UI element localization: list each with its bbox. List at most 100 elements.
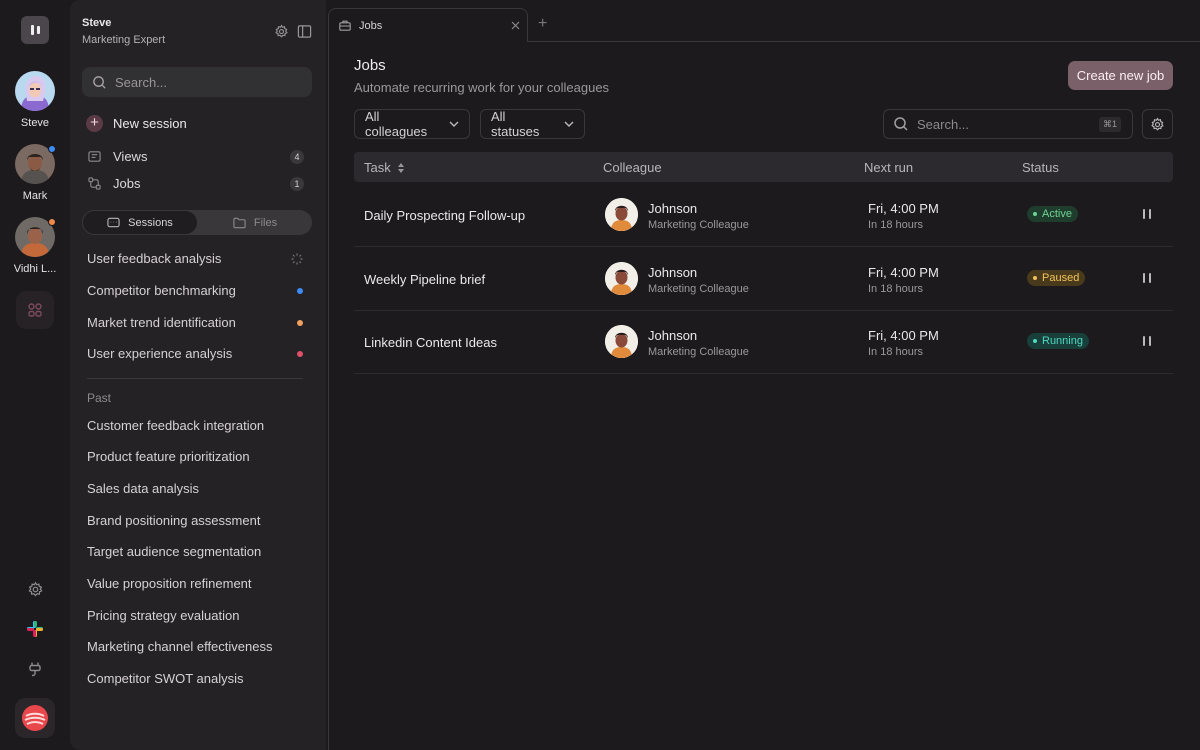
briefcase-icon — [339, 20, 351, 31]
status-dot — [48, 145, 56, 153]
chat-icon — [107, 217, 120, 229]
panel-border — [328, 42, 329, 750]
status-dot — [297, 319, 303, 326]
divider — [87, 378, 303, 379]
colleagues-filter[interactable]: All colleagues — [354, 109, 470, 139]
tab-bar-divider — [527, 41, 1200, 42]
avatar — [15, 217, 56, 257]
status-label: Paused — [1042, 272, 1080, 284]
status-badge: Paused — [1027, 270, 1086, 286]
settings-icon[interactable] — [25, 579, 45, 599]
sessions-files-toggle: Sessions Files — [82, 210, 312, 235]
sidebar: Steve Marketing Expert + New session Vie… — [70, 0, 326, 750]
status-badge: Running — [1027, 333, 1089, 349]
loading-spinner-icon — [291, 253, 303, 265]
jobs-search-input[interactable] — [917, 116, 1087, 132]
session-item[interactable]: User feedback analysis — [87, 251, 303, 266]
status-dot — [297, 287, 303, 294]
tab-sessions[interactable]: Sessions — [83, 211, 197, 234]
next-run-relative: In 18 hours — [868, 346, 924, 358]
column-header-task[interactable]: Task — [364, 160, 405, 175]
sidebar-user-name: Steve — [82, 17, 112, 29]
task-name: Linkedin Content Ideas — [364, 335, 497, 350]
rail-user-mark[interactable]: Mark — [0, 144, 70, 202]
table-row[interactable]: Linkedin Content Ideas Johnson Marketing… — [354, 310, 1173, 374]
status-dot — [1033, 212, 1037, 216]
sidebar-user-role: Marketing Expert — [82, 34, 166, 46]
count-badge: 4 — [290, 149, 304, 164]
brand-logo-icon[interactable] — [15, 698, 55, 738]
status-label: Active — [1042, 208, 1072, 220]
next-run-relative: In 18 hours — [868, 219, 924, 231]
session-item[interactable]: User experience analysis — [87, 346, 303, 361]
table-header: Task Colleague Next run Status — [354, 152, 1173, 182]
sidebar-item-views[interactable]: Views 4 — [88, 149, 304, 164]
status-dot — [1033, 339, 1037, 343]
status-dot — [48, 218, 56, 226]
table-row[interactable]: Weekly Pipeline brief Johnson Marketing … — [354, 247, 1173, 311]
chevron-down-icon — [564, 121, 574, 127]
past-session-item[interactable]: Customer feedback integration — [87, 418, 264, 433]
sidebar-item-jobs[interactable]: Jobs 1 — [88, 176, 304, 191]
pause-button[interactable] — [1143, 209, 1151, 219]
rail-user-vidhi[interactable]: Vidhi L... — [0, 217, 70, 275]
past-session-item[interactable]: Value proposition refinement — [87, 576, 252, 591]
sidebar-toggle-icon[interactable] — [297, 24, 312, 39]
search-icon — [893, 116, 909, 132]
session-item[interactable]: Competitor benchmarking — [87, 283, 303, 298]
gear-icon[interactable] — [274, 24, 289, 39]
colleague-name: Johnson — [648, 201, 698, 216]
tab-files[interactable]: Files — [198, 210, 312, 235]
task-name: Daily Prospecting Follow-up — [364, 208, 526, 223]
views-icon — [88, 150, 101, 163]
past-session-item[interactable]: Sales data analysis — [87, 481, 199, 496]
past-session-item[interactable]: Competitor SWOT analysis — [87, 671, 244, 686]
past-session-item[interactable]: Pricing strategy evaluation — [87, 608, 239, 623]
rail-user-name: Vidhi L... — [13, 263, 57, 275]
column-header-status: Status — [1022, 160, 1059, 175]
past-session-item[interactable]: Target audience segmentation — [87, 544, 261, 559]
task-name: Weekly Pipeline brief — [364, 272, 486, 287]
chevron-down-icon — [449, 121, 459, 127]
page-subtitle: Automate recurring work for your colleag… — [354, 80, 610, 95]
next-run-time: Fri, 4:00 PM — [868, 328, 939, 343]
create-new-job-button[interactable]: Create new job — [1068, 61, 1173, 90]
new-session-label: New session — [113, 116, 187, 131]
tab-jobs[interactable]: Jobs — [328, 8, 528, 42]
rail-user-name: Mark — [22, 190, 48, 202]
rail-user-steve[interactable]: Steve — [0, 71, 70, 129]
pause-button[interactable] — [1143, 336, 1151, 346]
status-dot — [297, 350, 303, 357]
tab-label: Sessions — [128, 216, 173, 229]
folder-icon — [233, 217, 246, 229]
sidebar-search[interactable] — [82, 67, 312, 97]
group-icon[interactable] — [16, 291, 54, 329]
past-session-item[interactable]: Product feature prioritization — [87, 449, 250, 464]
filter-label: All colleagues — [365, 109, 428, 139]
tab-bar: Jobs + — [328, 0, 1200, 42]
past-session-item[interactable]: Brand positioning assessment — [87, 513, 260, 528]
close-icon[interactable] — [503, 21, 527, 30]
jobs-search[interactable]: ⌘1 — [883, 109, 1133, 139]
new-session-button[interactable]: + New session — [86, 115, 187, 132]
table-row[interactable]: Daily Prospecting Follow-up Johnson Mark… — [354, 183, 1173, 247]
pause-button[interactable] — [1143, 273, 1151, 283]
slack-icon[interactable] — [25, 619, 45, 639]
keyboard-shortcut: ⌘1 — [1099, 116, 1122, 132]
plug-icon[interactable] — [25, 659, 45, 679]
page-title: Jobs — [354, 57, 386, 74]
sidebar-search-input[interactable] — [115, 74, 295, 90]
status-badge: Active — [1027, 206, 1078, 222]
table-settings-button[interactable] — [1142, 109, 1173, 139]
column-label: Task — [364, 160, 391, 175]
app-logo-icon[interactable] — [21, 16, 49, 44]
past-session-item[interactable]: Marketing channel effectiveness — [87, 639, 272, 654]
session-label: User experience analysis — [87, 346, 233, 361]
rail-user-name: Steve — [20, 117, 50, 129]
statuses-filter[interactable]: All statuses — [480, 109, 585, 139]
colleague-role: Marketing Colleague — [648, 346, 749, 358]
session-item[interactable]: Market trend identification — [87, 315, 303, 330]
sidebar-item-label: Jobs — [113, 176, 141, 191]
add-tab-button[interactable]: + — [538, 16, 547, 32]
workflow-icon — [88, 177, 101, 190]
